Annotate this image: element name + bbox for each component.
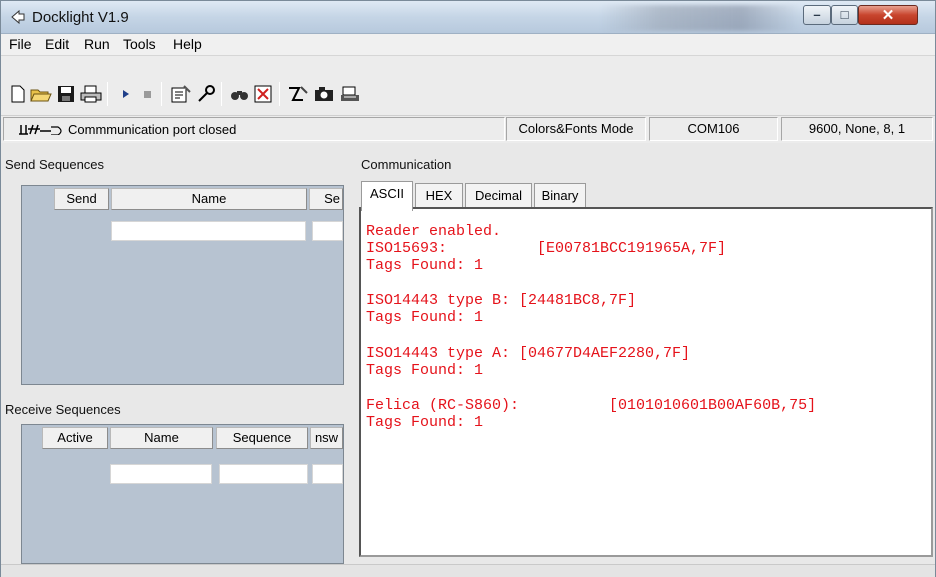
print-icon <box>80 85 102 103</box>
docklight-app-icon <box>11 9 25 25</box>
terminal-line: Tags Found: 1 <box>366 309 484 326</box>
terminal-line: ISO15693: [E00781BCC191965A,7F] <box>366 240 727 257</box>
open-folder-icon <box>30 89 52 102</box>
sequence-column-header[interactable]: Se <box>309 188 343 210</box>
terminal-line: ISO14443 type A: [04677D4AEF2280,7F] <box>366 345 691 362</box>
close-icon: ✕ <box>881 7 895 24</box>
port-settings[interactable]: 9600, None, 8, 1 <box>781 117 933 141</box>
receive-answer-cell[interactable] <box>312 464 343 484</box>
terminal-line: Tags Found: 1 <box>366 362 484 379</box>
receive-sequences-label: Receive Sequences <box>5 402 121 417</box>
name-column-header[interactable]: Name <box>111 188 307 210</box>
menu-help[interactable]: Help <box>173 36 202 52</box>
terminal-line: ISO14443 type B: [24481BC8,7F] <box>366 292 637 309</box>
new-file-button[interactable] <box>8 84 28 104</box>
colors-fonts-mode[interactable]: Colors&Fonts Mode <box>506 117 646 141</box>
log-icon <box>341 86 359 101</box>
name-column-header[interactable]: Name <box>110 427 213 449</box>
new-file-icon <box>11 85 25 103</box>
tab-ascii[interactable]: ASCII <box>361 181 413 211</box>
send-name-cell[interactable] <box>111 221 306 241</box>
terminal-line: Felica (RC-S860): [0101010601B00AF60B,75… <box>366 397 817 414</box>
receive-sequence-cell[interactable] <box>219 464 308 484</box>
menu-tools[interactable]: Tools <box>123 36 156 52</box>
communication-label: Communication <box>361 157 452 172</box>
send-sequences-grid[interactable]: Send Name Se <box>21 185 344 385</box>
send-sequence-cell[interactable] <box>312 221 343 241</box>
receive-name-cell[interactable] <box>110 464 212 484</box>
port-status-text: Commmunication port closed <box>68 122 237 137</box>
script-button[interactable] <box>287 84 308 104</box>
active-column-header[interactable]: Active <box>42 427 108 449</box>
menu-file[interactable]: File <box>9 36 32 52</box>
menu-edit[interactable]: Edit <box>45 36 69 52</box>
menu-run[interactable]: Run <box>84 36 110 52</box>
send-column-header[interactable]: Send <box>54 188 109 210</box>
status-row: Commmunication port closed Colors&Fonts … <box>1 116 935 143</box>
window-title: Docklight V1.9 <box>32 9 129 26</box>
print-button[interactable] <box>80 84 102 104</box>
keyboard-button[interactable] <box>195 84 215 104</box>
snapshot-button[interactable] <box>313 84 333 104</box>
close-button[interactable]: ✕ <box>858 5 918 25</box>
tab-decimal[interactable]: Decimal <box>465 183 532 209</box>
save-icon <box>58 86 74 102</box>
stop-icon <box>144 91 151 98</box>
log-button[interactable] <box>339 84 359 104</box>
properties-icon <box>171 85 191 103</box>
port-status: Commmunication port closed <box>3 117 505 141</box>
clear-icon <box>254 85 272 103</box>
answer-column-header[interactable]: nsw <box>310 427 343 449</box>
stop-button[interactable] <box>138 84 158 104</box>
title-bar: Docklight V1.9 – □ ✕ <box>1 1 935 34</box>
play-icon <box>123 90 129 98</box>
find-button[interactable] <box>229 84 249 104</box>
script-icon <box>289 86 308 101</box>
minimize-button[interactable]: – <box>803 5 831 25</box>
toolbar <box>1 56 935 116</box>
port-closed-icon <box>19 124 62 135</box>
properties-button[interactable] <box>170 84 191 104</box>
tab-binary[interactable]: Binary <box>534 183 586 209</box>
terminal-line: Tags Found: 1 <box>366 257 484 274</box>
blurred-background-region <box>601 5 801 31</box>
find-icon <box>231 91 248 100</box>
sequence-column-header[interactable]: Sequence <box>216 427 308 449</box>
clear-button[interactable] <box>253 84 273 104</box>
bottom-border <box>1 564 935 577</box>
menu-bar: File Edit Run Tools Help <box>1 34 935 56</box>
docklight-window: Docklight V1.9 – □ ✕ File Edit Run Tools… <box>0 0 936 577</box>
terminal-line: Reader enabled. <box>366 223 502 240</box>
com-port[interactable]: COM106 <box>649 117 778 141</box>
keyboard-icon <box>198 85 215 102</box>
minimize-icon: – <box>813 7 821 22</box>
maximize-icon: □ <box>840 7 849 22</box>
open-button[interactable] <box>30 84 52 104</box>
snapshot-icon <box>315 87 333 101</box>
run-button[interactable] <box>116 84 136 104</box>
save-button[interactable] <box>56 84 76 104</box>
communication-window[interactable]: Reader enabled. ISO15693: [E00781BCC1919… <box>359 207 933 557</box>
tab-hex[interactable]: HEX <box>415 183 463 209</box>
receive-sequences-grid[interactable]: Active Name Sequence nsw <box>21 424 344 564</box>
terminal-line: Tags Found: 1 <box>366 414 484 431</box>
maximize-button[interactable]: □ <box>831 5 858 25</box>
send-sequences-label: Send Sequences <box>5 157 105 172</box>
